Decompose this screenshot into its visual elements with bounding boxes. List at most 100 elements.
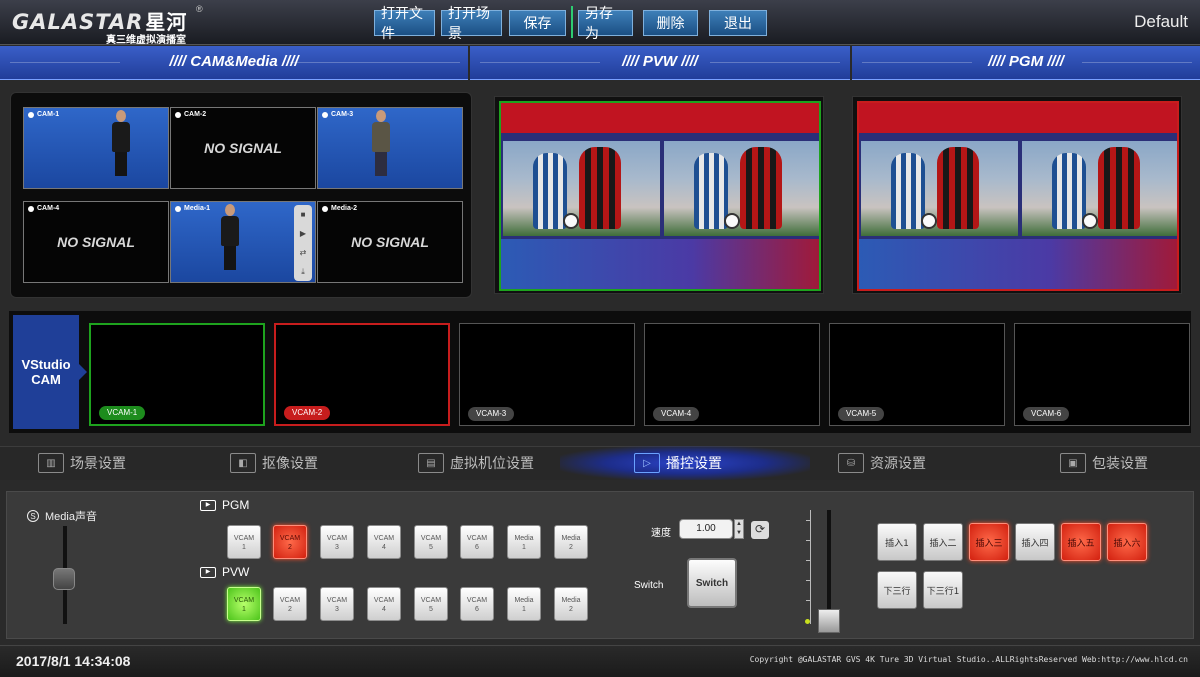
presenter-figure <box>110 110 132 180</box>
pgm-source-vcam6[interactable]: VCAM 6 <box>460 525 494 559</box>
copyright-text: Copyright @GALASTAR GVS 4K Ture 3D Virtu… <box>749 655 1188 664</box>
source-cam-1[interactable]: CAM-1 <box>23 107 169 189</box>
tbar-track[interactable] <box>827 510 831 624</box>
pgm-monitor <box>852 96 1182 294</box>
tab-pointer <box>676 480 690 487</box>
insert-4-button[interactable]: 插入四 <box>1015 523 1055 561</box>
download-icon[interactable]: ⤓ <box>294 262 312 281</box>
profile-name: Default <box>1134 12 1188 31</box>
pgm-source-vcam2[interactable]: VCAM 2 <box>273 525 307 559</box>
lower-third-button[interactable]: 下三行 <box>877 571 917 609</box>
pvw-source-vcam2[interactable]: VCAM 2 <box>273 587 307 621</box>
pvw-source-media1[interactable]: Media 1 <box>507 587 541 621</box>
status-bar: 2017/8/1 14:34:08 Copyright @GALASTAR GV… <box>0 645 1200 677</box>
pvw-source-media2[interactable]: Media 2 <box>554 587 588 621</box>
audio-icon: S <box>27 510 39 522</box>
insert-1-button[interactable]: 插入1 <box>877 523 917 561</box>
pgm-source-media1[interactable]: Media 1 <box>507 525 541 559</box>
insert-6-button[interactable]: 插入六 <box>1107 523 1147 561</box>
play-icon[interactable]: ▶ <box>294 224 312 243</box>
vcam-6-thumb[interactable]: VCAM-6 <box>1014 323 1190 426</box>
pvw-header: //// PVW //// <box>470 46 850 80</box>
vcam-2-thumb[interactable]: VCAM-2 <box>274 323 450 426</box>
toolbar-divider <box>571 6 573 38</box>
pvw-source-vcam4[interactable]: VCAM 4 <box>367 587 401 621</box>
vstudio-cam-strip: VStudio CAM VCAM-1 VCAM-2 VCAM-3 VCAM-4 … <box>8 310 1192 434</box>
tab-resource-settings[interactable]: ⛁ 资源设置 <box>838 446 926 480</box>
keying-icon: ◧ <box>230 453 256 473</box>
source-grid: CAM-1 CAM-2 NO SIGNAL CAM-3 CAM-4 NO SIG… <box>10 92 472 298</box>
presenter-figure <box>370 110 392 180</box>
pgm-header: //// PGM //// <box>852 46 1200 80</box>
pgm-source-vcam3[interactable]: VCAM 3 <box>320 525 354 559</box>
switch-button[interactable]: Switch <box>687 558 737 608</box>
shuffle-icon[interactable]: ⇄ <box>294 243 312 262</box>
insert-3-button[interactable]: 插入三 <box>969 523 1009 561</box>
pvw-source-vcam6[interactable]: VCAM 6 <box>460 587 494 621</box>
tab-keying-settings[interactable]: ◧ 抠像设置 <box>230 446 318 480</box>
tbar-scale <box>803 510 811 624</box>
pvw-row-label: ▶ PVW <box>200 565 249 579</box>
scene-icon: ▥ <box>38 453 64 473</box>
pvw-screen <box>499 101 821 291</box>
source-cam-3[interactable]: CAM-3 <box>317 107 463 189</box>
playout-control-panel: S Media声音 ▶ PGM ▶ PVW VCAM 1 VCAM 2 VCAM 3 VCA… <box>6 491 1194 639</box>
tab-virtual-camera-settings[interactable]: ▤ 虚拟机位设置 <box>418 446 534 480</box>
media-player-controls: ■ ▶ ⇄ ⤓ <box>294 205 312 281</box>
tab-playout-settings[interactable]: ▷ 播控设置 <box>634 446 722 480</box>
tbar-indicator <box>805 619 810 624</box>
pvw-source-vcam1[interactable]: VCAM 1 <box>227 587 261 621</box>
media-audio-label: S Media声音 <box>27 508 97 524</box>
pgm-source-vcam5[interactable]: VCAM 5 <box>414 525 448 559</box>
insert-2-button[interactable]: 插入二 <box>923 523 963 561</box>
open-file-button[interactable]: 打开文件 <box>374 6 435 42</box>
tbar-handle[interactable] <box>818 609 840 633</box>
cam-media-header: //// CAM&Media //// <box>0 46 468 80</box>
pgm-screen <box>857 101 1179 291</box>
exit-button[interactable]: 退出 <box>709 10 767 36</box>
delete-button[interactable]: 删除 <box>643 10 698 36</box>
chevron-up-icon[interactable]: ▲ <box>736 521 742 527</box>
source-cam-2[interactable]: CAM-2 NO SIGNAL <box>170 107 316 189</box>
open-scene-button[interactable]: 打开场景 <box>441 6 502 42</box>
pvw-source-vcam3[interactable]: VCAM 3 <box>320 587 354 621</box>
pgm-row-label: ▶ PGM <box>200 498 249 512</box>
tab-package-settings[interactable]: ▣ 包装设置 <box>1060 446 1148 480</box>
playout-icon: ▷ <box>634 453 660 473</box>
vstudio-cam-label: VStudio CAM <box>13 315 87 429</box>
refresh-icon[interactable]: ⟳ <box>751 521 769 539</box>
package-icon: ▣ <box>1060 453 1086 473</box>
resource-icon: ⛁ <box>838 453 864 473</box>
speed-stepper[interactable]: ▲ ▼ <box>734 519 744 539</box>
source-cam-4[interactable]: CAM-4 NO SIGNAL <box>23 201 169 283</box>
save-button[interactable]: 保存 <box>509 10 566 36</box>
vcam-5-thumb[interactable]: VCAM-5 <box>829 323 1005 426</box>
pvw-source-vcam5[interactable]: VCAM 5 <box>414 587 448 621</box>
source-media-2[interactable]: Media-2 NO SIGNAL <box>317 201 463 283</box>
stop-icon[interactable]: ■ <box>294 205 312 224</box>
vcam-4-thumb[interactable]: VCAM-4 <box>644 323 820 426</box>
galastar-logo: GALASTAR 星河 ® 真三维虚拟演播室 <box>12 4 203 46</box>
media-audio-slider-knob[interactable] <box>53 568 75 590</box>
save-as-button[interactable]: 另存为 <box>578 6 633 42</box>
vcam-3-thumb[interactable]: VCAM-3 <box>459 323 635 426</box>
lower-third-1-button[interactable]: 下三行1 <box>923 571 963 609</box>
top-bar: GALASTAR 星河 ® 真三维虚拟演播室 打开文件 打开场景 保存 另存为 删… <box>0 0 1200 46</box>
pvw-monitor <box>494 96 824 294</box>
virtual-studio-app: GALASTAR 星河 ® 真三维虚拟演播室 打开文件 打开场景 保存 另存为 删… <box>0 0 1200 677</box>
monitor-icon: ▶ <box>200 499 216 511</box>
insert-5-button[interactable]: 插入五 <box>1061 523 1101 561</box>
pgm-source-media2[interactable]: Media 2 <box>554 525 588 559</box>
presenter-figure <box>219 204 241 274</box>
tab-scene-settings[interactable]: ▥ 场景设置 <box>38 446 126 480</box>
pgm-source-vcam1[interactable]: VCAM 1 <box>227 525 261 559</box>
chevron-down-icon[interactable]: ▼ <box>736 530 742 536</box>
monitor-icon: ▶ <box>200 566 216 578</box>
pgm-source-vcam4[interactable]: VCAM 4 <box>367 525 401 559</box>
speed-input[interactable]: 1.00 <box>679 519 733 539</box>
source-media-1[interactable]: Media-1 ■ ▶ ⇄ ⤓ <box>170 201 316 283</box>
vcam-1-thumb[interactable]: VCAM-1 <box>89 323 265 426</box>
virtual-camera-icon: ▤ <box>418 453 444 473</box>
datetime-display: 2017/8/1 14:34:08 <box>16 653 131 669</box>
speed-label: 速度 <box>651 528 671 539</box>
